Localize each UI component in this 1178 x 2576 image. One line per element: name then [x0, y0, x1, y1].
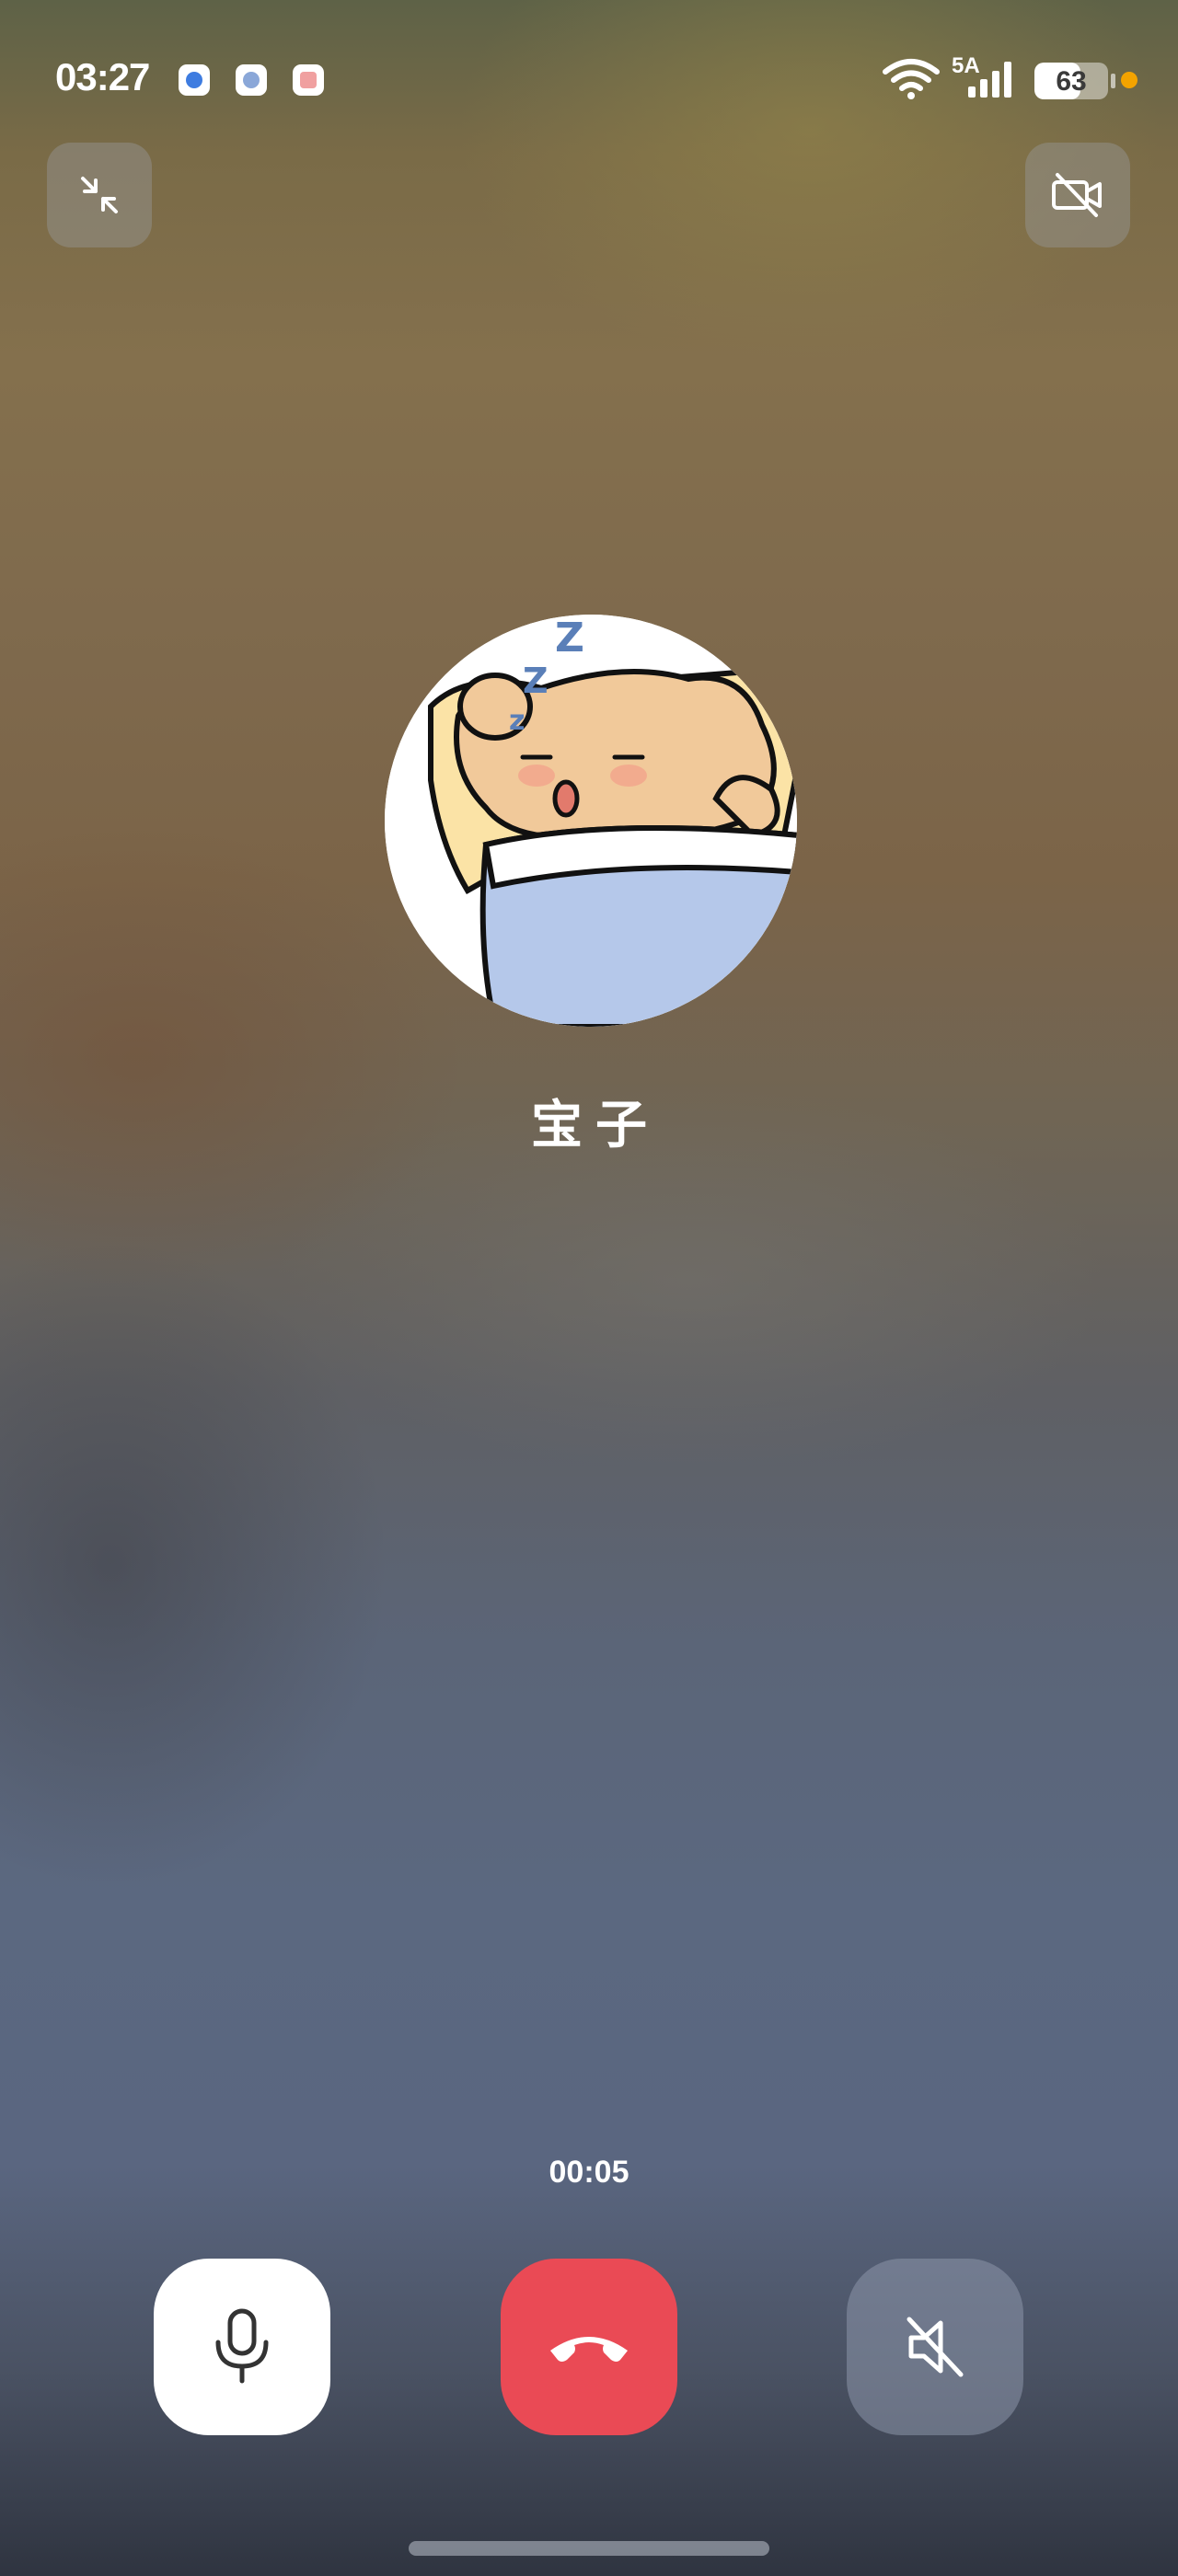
home-indicator[interactable] [409, 2541, 769, 2556]
battery-tip [1111, 74, 1115, 88]
microphone-icon [215, 2308, 269, 2384]
office-app-icon [293, 64, 324, 96]
svg-text:z: z [509, 705, 525, 737]
battery-indicator: 63 [1034, 63, 1108, 99]
wifi-icon [883, 59, 940, 99]
speaker-button[interactable] [847, 2259, 1023, 2435]
minimize-button[interactable] [47, 143, 152, 247]
status-bar: 03:27 5A 63 [0, 0, 1178, 156]
browser-icon [236, 64, 267, 96]
microphone-button[interactable] [154, 2259, 330, 2435]
voice-call-screen: 03:27 5A 63 Z Z z 宝子 00:05 [0, 0, 1178, 2576]
voice-assistant-icon [179, 64, 210, 96]
svg-text:Z: Z [555, 615, 584, 661]
minimize-icon [81, 177, 118, 213]
hang-up-button[interactable] [501, 2259, 677, 2435]
contact-avatar: Z Z z [385, 615, 797, 1027]
call-duration: 00:05 [549, 2155, 629, 2190]
camera-off-icon [1052, 173, 1102, 217]
sleeping-cartoon-avatar: Z Z z [385, 615, 797, 1027]
hang-up-icon [550, 2337, 628, 2362]
cellular-signal-icon [968, 62, 1011, 98]
status-time: 03:27 [55, 55, 150, 98]
svg-text:Z: Z [523, 661, 549, 701]
battery-percent: 63 [1056, 66, 1087, 97]
camera-toggle-button[interactable] [1025, 143, 1130, 247]
contact-name: 宝子 [531, 1096, 660, 1154]
charging-indicator-dot [1121, 72, 1138, 88]
speaker-muted-icon [907, 2317, 964, 2377]
